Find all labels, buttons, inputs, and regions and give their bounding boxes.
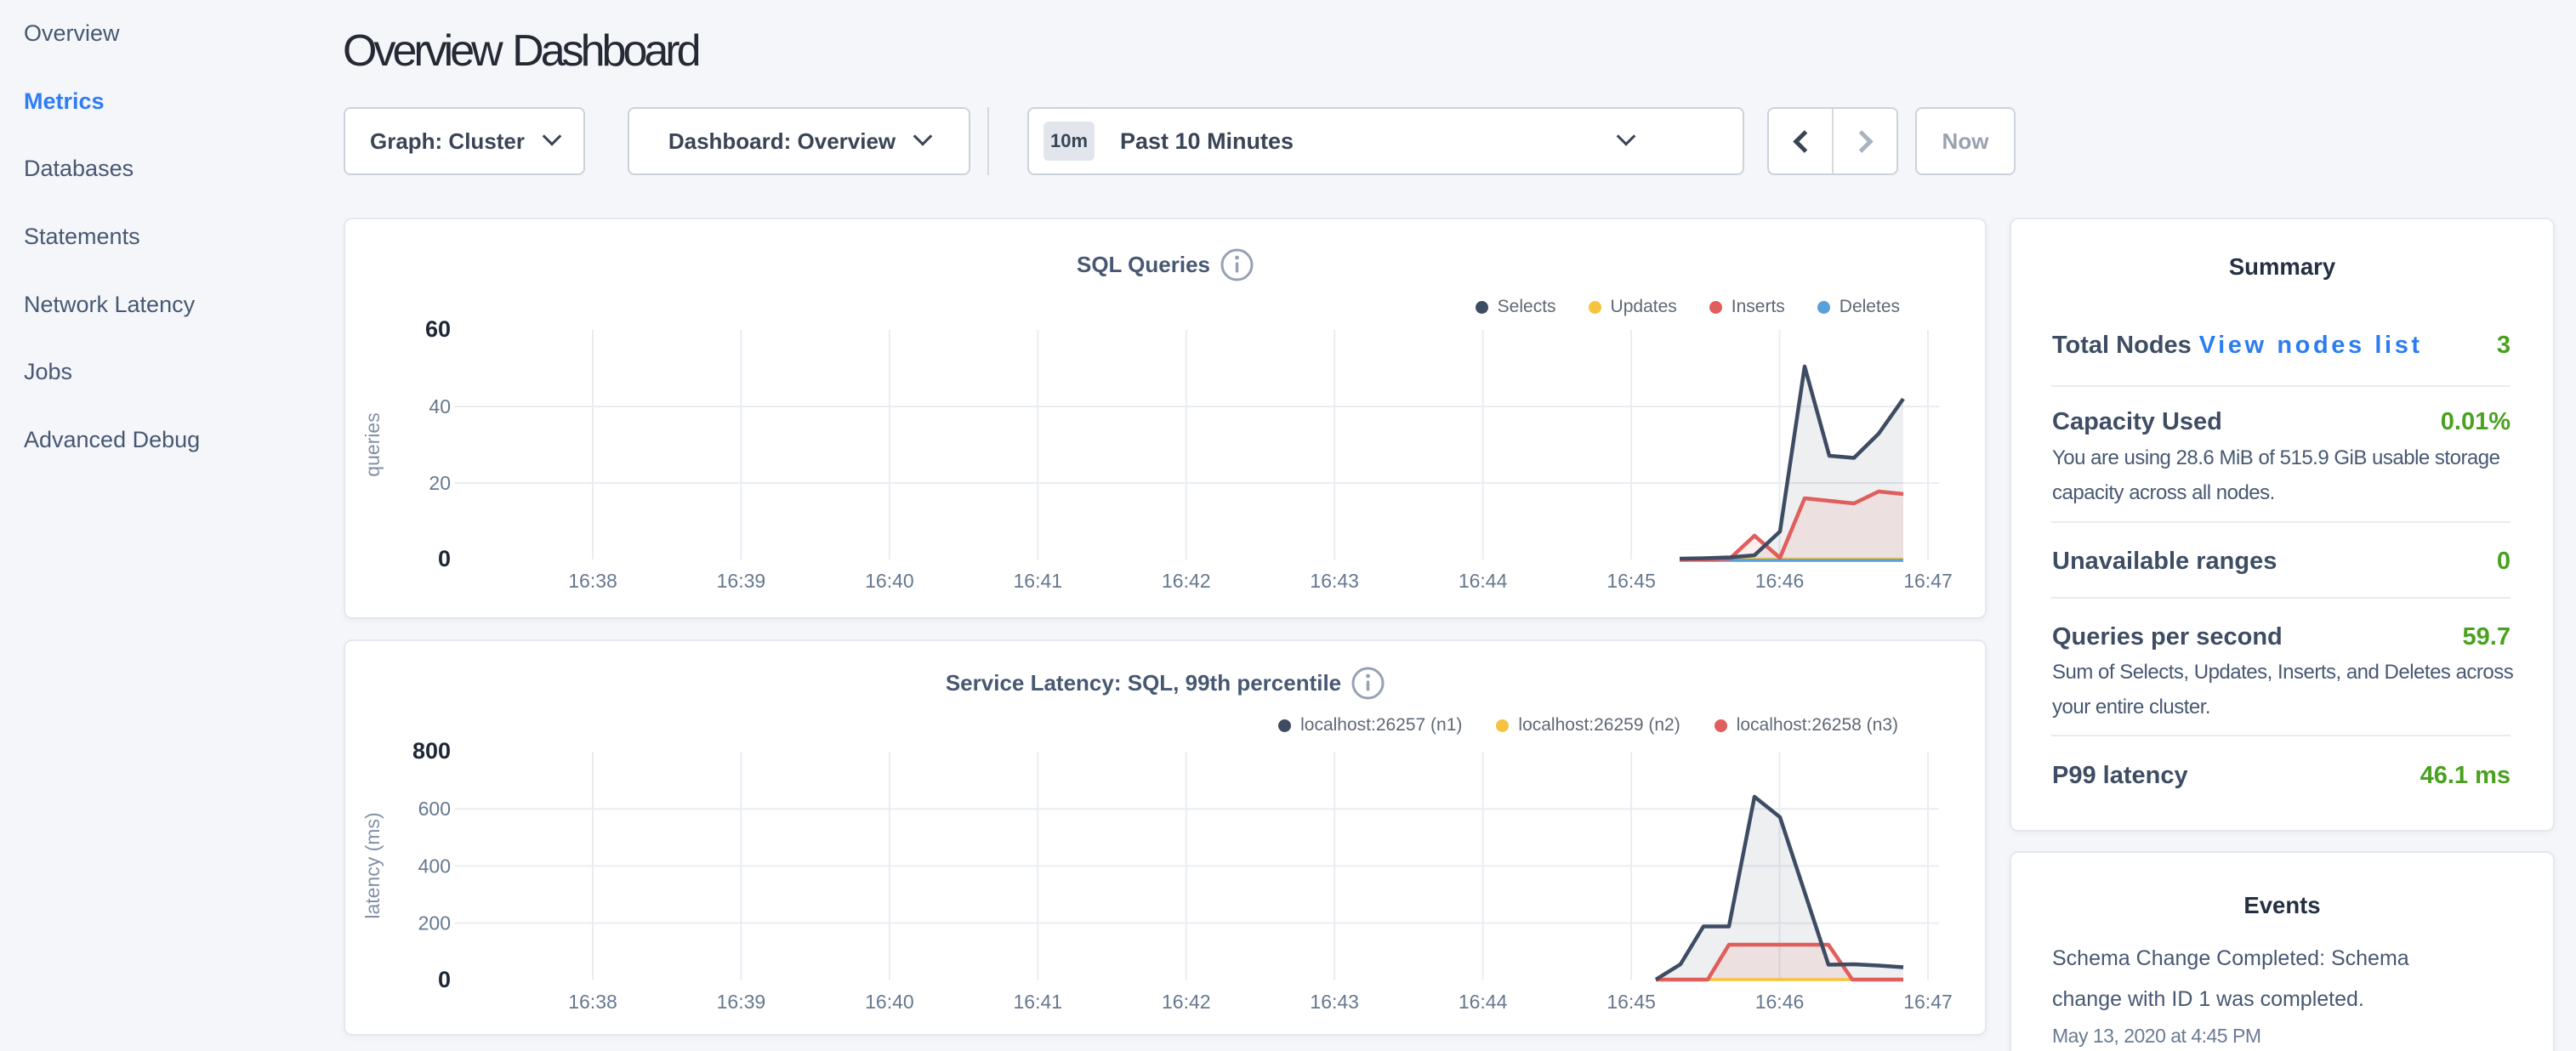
svg-text:60: 60 bbox=[425, 316, 451, 342]
svg-text:queries: queries bbox=[361, 412, 384, 476]
svg-text:16:42: 16:42 bbox=[1162, 570, 1211, 592]
svg-text:0: 0 bbox=[438, 546, 451, 571]
svg-text:16:39: 16:39 bbox=[717, 570, 766, 592]
svg-text:20: 20 bbox=[429, 472, 451, 494]
svg-text:16:45: 16:45 bbox=[1606, 570, 1656, 592]
svg-text:800: 800 bbox=[412, 738, 451, 764]
svg-text:16:38: 16:38 bbox=[568, 570, 617, 592]
svg-text:16:47: 16:47 bbox=[1903, 570, 1953, 592]
svg-text:600: 600 bbox=[418, 798, 451, 820]
svg-text:16:46: 16:46 bbox=[1755, 991, 1805, 1013]
svg-text:16:39: 16:39 bbox=[717, 991, 766, 1013]
svg-text:40: 40 bbox=[429, 395, 451, 418]
svg-text:16:43: 16:43 bbox=[1310, 991, 1359, 1013]
svg-text:16:40: 16:40 bbox=[865, 570, 914, 592]
svg-text:16:46: 16:46 bbox=[1755, 570, 1805, 592]
svg-text:16:41: 16:41 bbox=[1014, 991, 1063, 1013]
svg-text:16:47: 16:47 bbox=[1903, 991, 1953, 1013]
svg-text:16:43: 16:43 bbox=[1310, 570, 1359, 592]
svg-text:16:44: 16:44 bbox=[1459, 570, 1508, 592]
svg-text:400: 400 bbox=[418, 855, 451, 877]
svg-text:16:44: 16:44 bbox=[1459, 991, 1508, 1013]
svg-text:16:41: 16:41 bbox=[1014, 570, 1063, 592]
svg-text:16:42: 16:42 bbox=[1162, 991, 1211, 1013]
svg-text:200: 200 bbox=[418, 912, 451, 935]
svg-text:16:45: 16:45 bbox=[1606, 991, 1656, 1013]
svg-text:16:40: 16:40 bbox=[865, 991, 914, 1013]
svg-text:0: 0 bbox=[438, 967, 451, 992]
svg-text:16:38: 16:38 bbox=[568, 991, 617, 1013]
svg-text:latency (ms): latency (ms) bbox=[361, 812, 384, 918]
